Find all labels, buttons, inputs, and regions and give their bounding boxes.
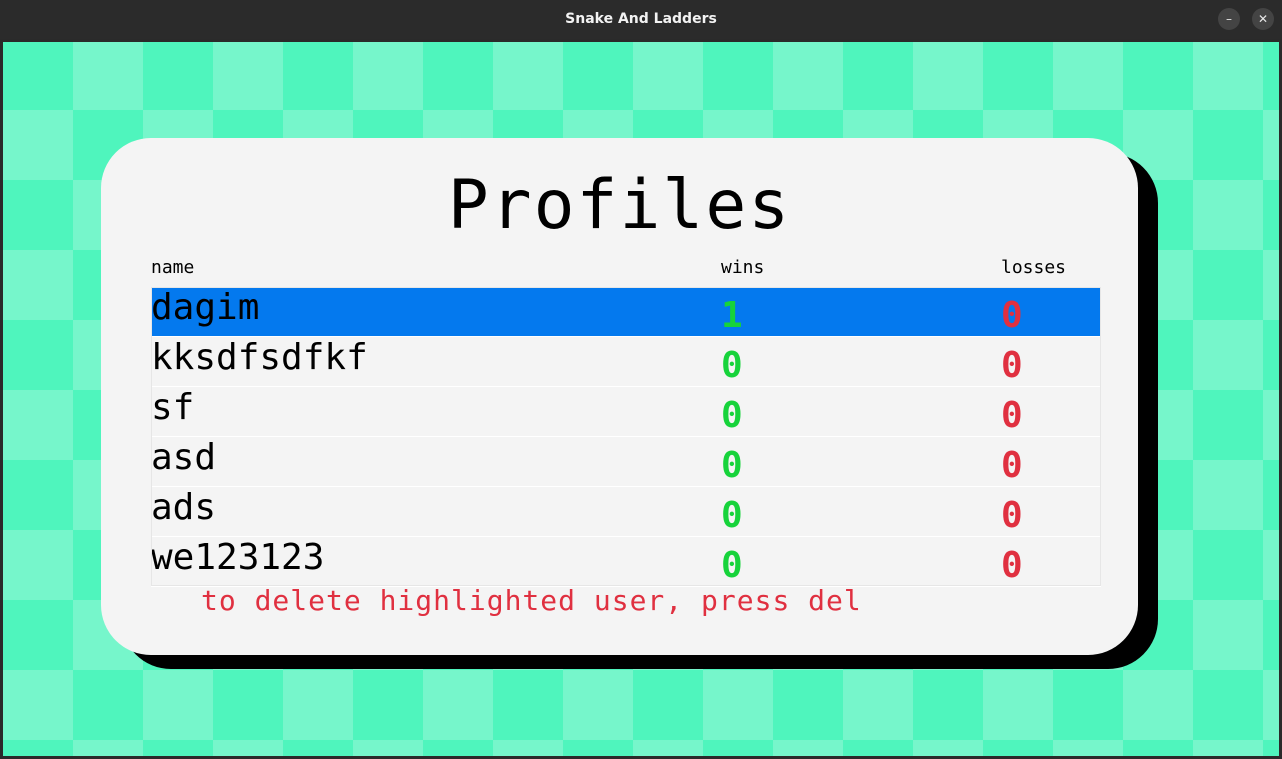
profile-losses: 0 [1001,545,1023,586]
profile-row[interactable]: ads 0 0 [151,487,1101,537]
profile-row[interactable]: sf 0 0 [151,387,1101,437]
close-button[interactable]: ✕ [1252,8,1274,30]
column-header-name: name [151,257,195,278]
profile-losses: 0 [1001,345,1023,386]
page-title: Profiles [447,166,792,245]
window-title: Snake And Ladders [565,11,717,27]
minimize-button[interactable]: – [1218,8,1240,30]
profile-name: asd [151,437,217,478]
delete-hint: to delete highlighted user, press del [201,584,862,617]
app-window: Snake And Ladders – ✕ Profiles name wins… [0,0,1282,759]
profile-losses: 0 [1001,445,1023,486]
profile-losses: 0 [1001,395,1023,436]
profiles-card: Profiles name wins losses dagim 1 0 kksd… [101,138,1138,655]
profile-wins: 0 [721,545,743,586]
profiles-table: dagim 1 0 kksdfsdfkf 0 0 sf 0 0 asd 0 0 … [151,287,1101,587]
profile-name: dagim [151,287,260,328]
profile-row[interactable]: kksdfsdfkf 0 0 [151,337,1101,387]
profile-losses: 0 [1001,495,1023,536]
profile-wins: 0 [721,495,743,536]
column-header-wins: wins [721,257,765,278]
profile-wins: 0 [721,345,743,386]
profile-name: kksdfsdfkf [151,337,368,378]
profile-row[interactable]: we123123 0 0 [151,537,1101,587]
profile-losses: 0 [1001,295,1023,336]
profile-name: we123123 [151,537,325,578]
column-header-losses: losses [1001,257,1067,278]
profile-row[interactable]: dagim 1 0 [151,287,1101,337]
profile-wins: 0 [721,395,743,436]
profile-wins: 1 [721,295,743,336]
title-bar[interactable]: Snake And Ladders – ✕ [0,0,1282,40]
profile-wins: 0 [721,445,743,486]
profile-name: ads [151,487,217,528]
profile-row[interactable]: asd 0 0 [151,437,1101,487]
game-canvas: Profiles name wins losses dagim 1 0 kksd… [3,40,1279,756]
profile-name: sf [151,387,195,428]
